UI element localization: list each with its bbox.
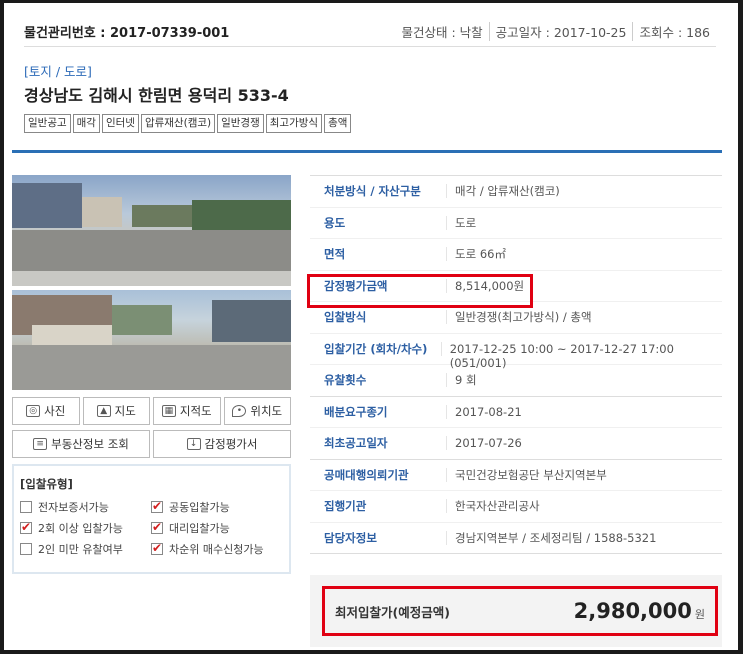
cadastral-map-button[interactable]: ▦ 지적도 <box>153 397 221 425</box>
info-value: 도로 <box>446 215 476 230</box>
map-icon: ▲ <box>96 405 111 417</box>
tag: 인터넷 <box>101 114 139 133</box>
info-row: 처분방식 / 자산구분 매각 / 압류재산(캠코) <box>310 176 722 208</box>
info-value: 2017-08-21 <box>446 404 522 419</box>
info-buttons: ≡ 부동산정보 조회 ↓ 감정평가서 <box>12 430 291 458</box>
item-meta: 물건상태 : 낙찰 공고일자 : 2017-10-25 조회수 : 186 <box>395 22 716 41</box>
item-status: 물건상태 : 낙찰 <box>401 25 483 40</box>
pin-icon: • <box>232 405 247 417</box>
info-key: 집행기관 <box>324 499 367 514</box>
info-key: 공매대행의뢰기관 <box>324 467 409 482</box>
info-value: 한국자산관리공사 <box>446 499 540 514</box>
info-row: 배분요구종기 2017-08-21 <box>310 397 722 428</box>
property-info-table: 처분방식 / 자산구분 매각 / 압류재산(캠코) 용도 도로 면적 도로 66㎡ 감… <box>310 175 722 554</box>
info-value: 국민건강보험공단 부산지역본부 <box>446 467 607 482</box>
location-button-label: 위치도 <box>250 404 283 418</box>
checkbox <box>20 501 32 513</box>
info-value: 2017-12-25 10:00 ~ 2017-12-27 17:00 (051… <box>440 341 722 370</box>
info-row: 용도 도로 <box>310 208 722 239</box>
bid-option-label: 2인 미만 유찰여부 <box>38 543 123 556</box>
auction-item-panel: 물건관리번호 : 2017-07339-001 물건상태 : 낙찰 공고일자 :… <box>4 3 738 650</box>
info-row: 면적 도로 66㎡ <box>310 239 722 271</box>
property-address: 경상남도 김해시 한림면 용덕리 533-4 <box>24 86 289 105</box>
info-row: 최초공고일자 2017-07-26 <box>310 428 722 460</box>
info-value: 매각 / 압류재산(캠코) <box>446 184 560 199</box>
min-bid-label: 최저입찰가(예정금액) <box>335 604 450 620</box>
tag: 총액 <box>324 114 352 133</box>
cadastral-button-label: 지적도 <box>179 404 212 418</box>
appraisal-button-label: 감정평가서 <box>204 437 258 451</box>
map-button[interactable]: ▲ 지도 <box>82 397 150 425</box>
bid-option: 전자보증서가능 <box>20 499 151 515</box>
media-buttons: ◎ 사진 ▲ 지도 ▦ 지적도 • 위치도 <box>12 397 291 425</box>
tag: 압류재산(캠코) <box>140 114 216 133</box>
realestate-info-button[interactable]: ≡ 부동산정보 조회 <box>12 430 150 458</box>
photo-button-label: 사진 <box>44 404 66 418</box>
bid-option: 2인 미만 유찰여부 <box>20 541 151 557</box>
view-count: 조회수 : 186 <box>632 22 716 41</box>
location-map-button[interactable]: • 위치도 <box>223 397 291 425</box>
bid-option-label: 대리입찰가능 <box>169 522 230 535</box>
property-photo-2[interactable] <box>12 290 291 390</box>
appraisal-highlight-box <box>307 274 533 308</box>
info-row: 공매대행의뢰기관 국민건강보험공단 부산지역본부 <box>310 460 722 491</box>
download-icon: ↓ <box>186 438 201 450</box>
info-value: 일반경쟁(최고가방식) / 총액 <box>446 310 592 325</box>
appraisal-report-button[interactable]: ↓ 감정평가서 <box>153 430 291 458</box>
bid-option: 대리입찰가능 <box>151 520 285 536</box>
info-key: 배분요구종기 <box>324 404 388 419</box>
item-number: 물건관리번호 : 2017-07339-001 <box>24 26 230 41</box>
map-button-label: 지도 <box>114 404 136 418</box>
property-photo-1[interactable] <box>12 175 291 286</box>
tag: 일반경쟁 <box>217 114 264 133</box>
info-key: 최초공고일자 <box>324 436 388 451</box>
tag: 매각 <box>72 114 100 133</box>
info-key: 담당자정보 <box>324 530 377 545</box>
checkbox <box>151 541 163 555</box>
checkbox <box>20 520 32 534</box>
info-row: 담당자정보 경남지역본부 / 조세정리팀 / 1588-5321 <box>310 523 722 554</box>
bid-option-label: 전자보증서가능 <box>38 501 109 514</box>
min-bid-unit: 원 <box>694 608 705 621</box>
min-bid-box: 최저입찰가(예정금액) 2,980,000 원 <box>322 586 718 636</box>
camera-icon: ◎ <box>26 405 41 417</box>
info-row: 입찰기간 (회차/차수) 2017-12-25 10:00 ~ 2017-12-2… <box>310 334 722 370</box>
checkbox <box>20 543 32 555</box>
info-key: 입찰방식 <box>324 310 367 325</box>
info-row: 집행기관 한국자산관리공사 <box>310 491 722 523</box>
bid-type-panel: [입찰유형] 전자보증서가능 공동입찰가능 2회 이상 입찰가능 대리입찰가능 … <box>12 464 291 574</box>
info-key: 면적 <box>324 247 346 262</box>
checkbox <box>151 520 163 534</box>
info-value: 경남지역본부 / 조세정리팀 / 1588-5321 <box>446 530 656 545</box>
item-header: 물건관리번호 : 2017-07339-001 물건상태 : 낙찰 공고일자 :… <box>24 17 716 47</box>
info-value: 도로 66㎡ <box>446 247 506 262</box>
property-category: [토지 / 도로] <box>24 64 92 79</box>
info-key: 처분방식 / 자산구분 <box>324 184 421 199</box>
bid-type-title: [입찰유형] <box>20 477 73 491</box>
info-key: 입찰기간 (회차/차수) <box>324 341 428 356</box>
info-row: 유찰횟수 9 회 <box>310 365 722 397</box>
bid-option: 공동입찰가능 <box>151 499 285 515</box>
bid-option-label: 차순위 매수신청가능 <box>169 543 264 556</box>
bid-option-label: 2회 이상 입찰가능 <box>38 522 123 535</box>
tag: 최고가방식 <box>265 114 323 133</box>
min-bid-amount: 2,980,000 <box>573 599 692 623</box>
info-key: 유찰횟수 <box>324 373 367 388</box>
min-bid-value: 2,980,000 원 <box>574 599 705 623</box>
info-key: 용도 <box>324 215 346 230</box>
section-divider <box>12 150 722 153</box>
grid-icon: ▦ <box>161 405 176 417</box>
photo-button[interactable]: ◎ 사진 <box>12 397 80 425</box>
notice-date: 공고일자 : 2017-10-25 <box>488 22 633 41</box>
bid-option: 차순위 매수신청가능 <box>151 541 285 557</box>
info-value: 9 회 <box>446 373 477 388</box>
document-icon: ≡ <box>33 438 48 450</box>
bid-option-label: 공동입찰가능 <box>169 501 230 514</box>
tag-list: 일반공고 매각 인터넷 압류재산(캠코) 일반경쟁 최고가방식 총액 <box>24 114 352 133</box>
checkbox <box>151 499 163 513</box>
info-value: 2017-07-26 <box>446 436 522 451</box>
tag: 일반공고 <box>24 114 71 133</box>
bid-option: 2회 이상 입찰가능 <box>20 520 151 536</box>
realestate-button-label: 부동산정보 조회 <box>51 437 129 451</box>
